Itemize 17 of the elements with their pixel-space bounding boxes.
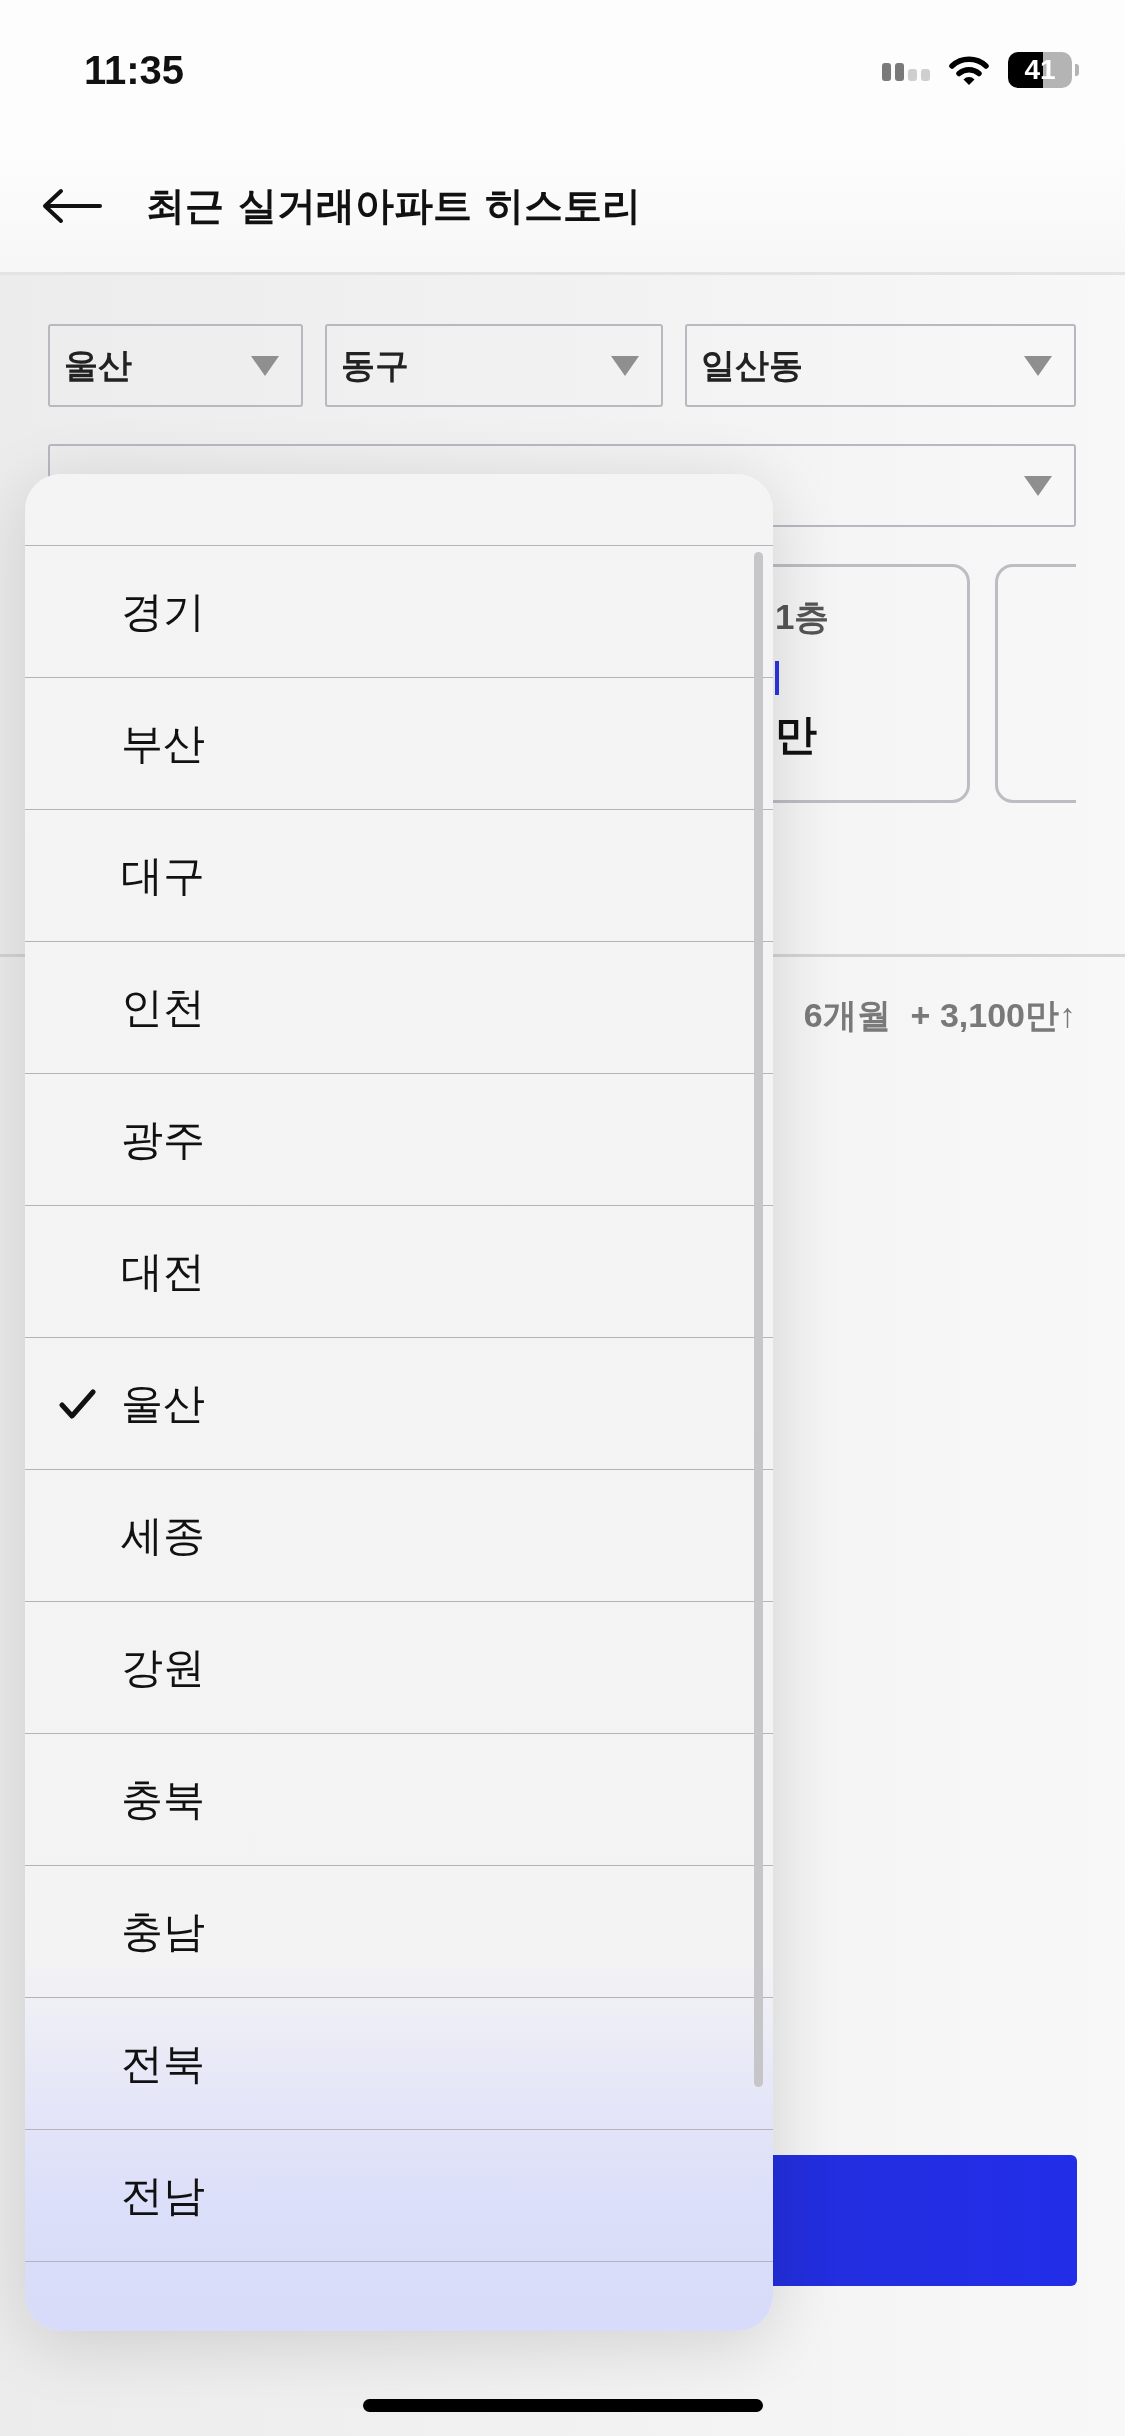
status-time: 11:35 [84, 47, 185, 93]
period-label: 6개월 [803, 995, 891, 1035]
dropdown-select[interactable]: 울산 [48, 324, 303, 407]
caret-icon [611, 355, 639, 376]
page-title: 최근 실거래아파트 히스토리 [146, 182, 642, 230]
line-marker-icon [775, 661, 779, 695]
caret-icon [1024, 475, 1052, 496]
caret-icon [251, 355, 279, 376]
price-text: 만 [775, 709, 817, 761]
caret-icon [1024, 355, 1052, 376]
floor-label: 1층 [775, 596, 830, 638]
dropdown-select[interactable]: 일산동 [685, 324, 1076, 407]
menu-item[interactable]: 전남 [25, 2129, 773, 2261]
price-change-text: + 3,100만↑ [910, 995, 1076, 1035]
dropdown-select[interactable]: 동구 [325, 324, 663, 407]
arrow-left-icon [42, 188, 102, 224]
wifi-icon [948, 54, 990, 86]
